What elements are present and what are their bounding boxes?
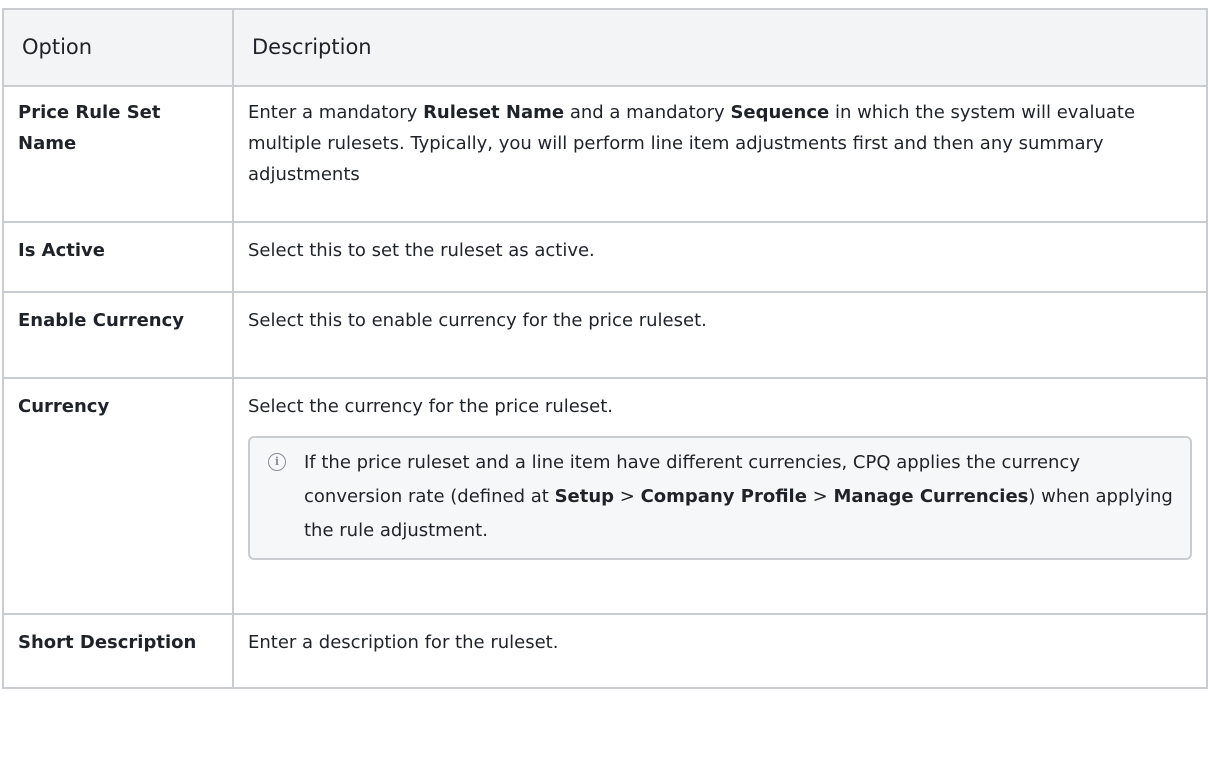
- desc-bold-sequence: Sequence: [730, 102, 830, 123]
- note-separator: >: [614, 486, 641, 507]
- header-description: Description: [232, 8, 1208, 87]
- option-enable-currency: Enable Currency: [2, 291, 234, 379]
- desc-text: and a mandatory: [564, 102, 731, 123]
- description-currency: Select the currency for the price rulese…: [232, 377, 1208, 615]
- description-price-rule-set-name: Enter a mandatory Ruleset Name and a man…: [232, 85, 1208, 223]
- description-is-active: Select this to set the ruleset as active…: [232, 221, 1208, 293]
- description-enable-currency: Select this to enable currency for the p…: [232, 291, 1208, 379]
- option-short-description: Short Description: [2, 613, 234, 689]
- table-row: Enable Currency Select this to enable cu…: [2, 291, 1208, 379]
- desc-text: Enter a mandatory: [248, 102, 424, 123]
- currency-desc-text: Select the currency for the price rulese…: [248, 396, 614, 417]
- note-separator: >: [806, 486, 834, 507]
- options-table: Option Description Price Rule Set Name E…: [2, 8, 1208, 689]
- table-row: Currency Select the currency for the pri…: [2, 377, 1208, 615]
- option-price-rule-set-name: Price Rule Set Name: [2, 85, 234, 223]
- table-row: Short Description Enter a description fo…: [2, 613, 1208, 689]
- header-option: Option: [2, 8, 234, 87]
- table-header-row: Option Description: [2, 8, 1208, 87]
- note-bold-manage-currencies: Manage Currencies: [833, 486, 1029, 507]
- note-bold-company-profile: Company Profile: [640, 486, 807, 507]
- info-note: i If the price ruleset and a line item h…: [248, 436, 1192, 560]
- description-short-description: Enter a description for the ruleset.: [232, 613, 1208, 689]
- table-row: Price Rule Set Name Enter a mandatory Ru…: [2, 85, 1208, 223]
- document-page: Option Description Price Rule Set Name E…: [0, 0, 1208, 776]
- option-is-active: Is Active: [2, 221, 234, 293]
- note-bold-setup: Setup: [554, 486, 615, 507]
- table-row: Is Active Select this to set the ruleset…: [2, 221, 1208, 293]
- info-icon: i: [268, 453, 286, 471]
- option-currency: Currency: [2, 377, 234, 615]
- desc-bold-ruleset-name: Ruleset Name: [423, 102, 565, 123]
